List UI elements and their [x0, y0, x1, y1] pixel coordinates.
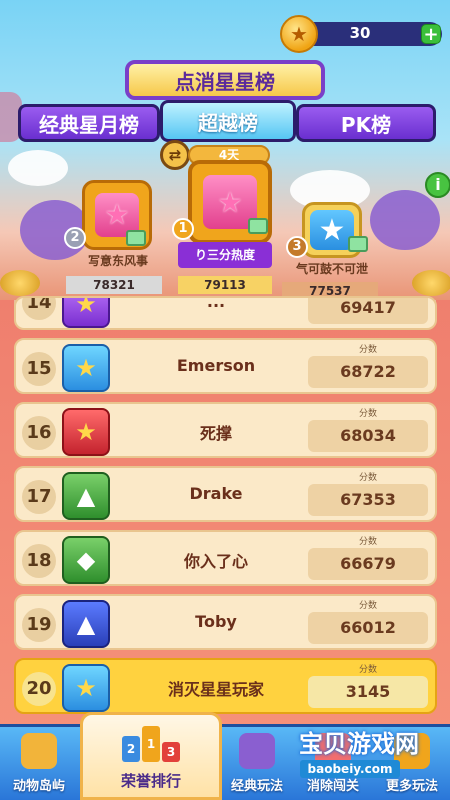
- nav-animal-island[interactable]: 动物岛屿: [0, 726, 78, 800]
- score-label: 分数: [358, 665, 377, 675]
- score-value: 68722: [308, 356, 428, 388]
- podium-step-1: 1: [142, 726, 160, 762]
- score-label: 分数: [358, 601, 377, 611]
- gem-icon: ◆: [62, 536, 110, 584]
- page-title: 点消星星榜: [125, 60, 325, 100]
- rocket-icon: ▲: [62, 472, 110, 520]
- score-value: 3145: [308, 676, 428, 708]
- player-name: Toby: [195, 612, 237, 631]
- tab-classic-star-moon[interactable]: 经典星月榜: [18, 104, 160, 142]
- podium-score-1: 79113: [178, 276, 272, 294]
- table-row[interactable]: 16 ★ 死撑 分数 68034: [14, 402, 437, 458]
- table-row[interactable]: 19 ▲ Toby 分数 66012: [14, 594, 437, 650]
- podium-score-2: 78321: [66, 276, 162, 294]
- coin-count: 30: [349, 24, 371, 42]
- chest-icon: [126, 230, 146, 246]
- swap-icon[interactable]: ⇄: [160, 140, 190, 170]
- leaderboard-screen: ★ 30 + 点消星星榜 经典星月榜 超越榜 PK榜 ⇄ 4天 i ★ 2 ★ …: [0, 0, 450, 800]
- score-label: 分数: [358, 409, 377, 419]
- table-row[interactable]: 14 ★ ... 69417: [14, 296, 437, 330]
- my-rank-row[interactable]: 20 ★ 消灭星星玩家 分数 3145: [14, 658, 437, 714]
- tab-surpass[interactable]: 超越榜: [160, 100, 296, 142]
- rank-number: 15: [22, 352, 56, 386]
- rank-number: 16: [22, 416, 56, 450]
- score-value: 66679: [308, 548, 428, 580]
- watermark-url: baobeiy.com: [300, 760, 400, 778]
- nav-label: 荣誉排行: [120, 772, 181, 790]
- podium-icon: 2 1 3: [122, 726, 180, 762]
- nav-label: 动物岛屿: [12, 779, 65, 794]
- add-coins-button[interactable]: +: [421, 24, 441, 45]
- score-label: 分数: [358, 473, 377, 483]
- podium-name-1: り三分热度: [178, 242, 272, 268]
- player-name: Emerson: [176, 356, 256, 375]
- score-value: 69417: [308, 298, 428, 324]
- rank-badge-3: 3: [286, 236, 308, 258]
- podium-name-3: 气可鼓不可泄: [295, 262, 368, 276]
- chest-icon: [348, 236, 368, 252]
- player-name: 消灭星星玩家: [167, 680, 264, 699]
- rank-number: 14: [22, 298, 56, 320]
- player-name: ...: [206, 296, 226, 311]
- star-icon: ★: [62, 408, 110, 456]
- table-row[interactable]: 15 ★ Emerson 分数 68722: [14, 338, 437, 394]
- coin-pile-decoration: [0, 270, 40, 296]
- cloud-decoration: [8, 150, 68, 186]
- player-name: 你入了心: [183, 552, 248, 571]
- score-value: 67353: [308, 484, 428, 516]
- chest-icon: [248, 218, 268, 234]
- info-icon[interactable]: i: [425, 172, 450, 198]
- rank-number: 18: [22, 544, 56, 578]
- nav-honor-ranking[interactable]: 2 1 3 荣誉排行: [80, 712, 222, 800]
- podium-name-2: 写意东风事: [87, 254, 148, 268]
- coin-icon: ★: [280, 15, 318, 53]
- player-name: 死撑: [199, 424, 232, 443]
- score-label: 分数: [358, 537, 377, 547]
- player-name: Drake: [189, 484, 243, 503]
- rank-badge-2: 2: [64, 227, 86, 249]
- star-icon: ★: [62, 344, 110, 392]
- table-row[interactable]: 18 ◆ 你入了心 分数 66679: [14, 530, 437, 586]
- rank-number: 17: [22, 480, 56, 514]
- tree-decoration: [370, 190, 440, 250]
- podium-step-3: 3: [162, 742, 180, 762]
- star-icon: ★: [62, 298, 110, 328]
- score-label: 分数: [358, 345, 377, 355]
- podium-step-2: 2: [122, 736, 140, 762]
- star-icon: ★: [62, 664, 110, 712]
- tab-pk[interactable]: PK榜: [296, 104, 436, 142]
- rocket-icon: ▲: [62, 600, 110, 648]
- rank-number: 20: [22, 672, 56, 706]
- rank-number: 19: [22, 608, 56, 642]
- table-row[interactable]: 17 ▲ Drake 分数 67353: [14, 466, 437, 522]
- score-value: 66012: [308, 612, 428, 644]
- score-value: 68034: [308, 420, 428, 452]
- hammer-icon: [21, 733, 57, 769]
- coin-pile-decoration: [412, 270, 450, 296]
- rank-badge-1: 1: [172, 218, 194, 240]
